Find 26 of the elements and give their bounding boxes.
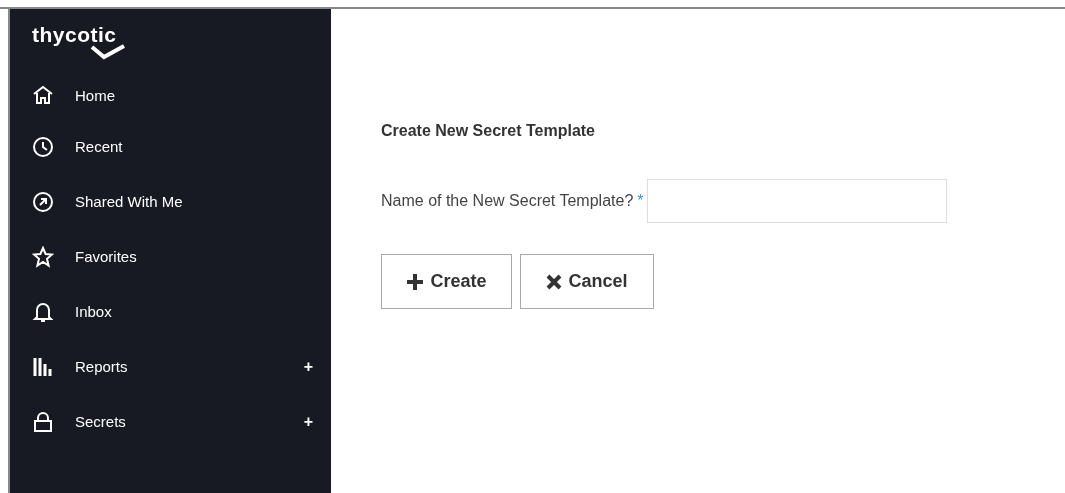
logo-text: thycotic xyxy=(32,23,117,46)
plus-icon xyxy=(406,272,425,291)
expand-toggle[interactable]: + xyxy=(303,412,313,431)
clock-icon xyxy=(32,135,54,158)
create-button[interactable]: Create xyxy=(381,254,512,309)
star-icon xyxy=(32,245,54,268)
lock-icon xyxy=(32,410,54,433)
nav-item[interactable]: Secrets + xyxy=(8,394,331,449)
nav-item[interactable]: Shared With Me xyxy=(8,174,331,229)
nav-item[interactable]: Inbox xyxy=(8,284,331,339)
template-name-field[interactable] xyxy=(646,179,947,223)
checkmark-icon xyxy=(90,44,126,60)
nav-item[interactable]: Reports + xyxy=(8,339,331,394)
form-title: Create New Secret Template xyxy=(381,122,596,140)
expand-toggle[interactable]: + xyxy=(303,357,313,376)
field-label: Name of the New Secret Template? xyxy=(381,192,634,210)
close-icon xyxy=(546,273,563,290)
nav-item[interactable]: Recent xyxy=(8,119,331,174)
bar-chart-icon xyxy=(32,355,54,378)
nav-item[interactable]: Favorites xyxy=(8,229,331,284)
cancel-button[interactable]: Cancel xyxy=(520,254,654,309)
nav-item[interactable]: Home xyxy=(8,71,331,119)
home-icon xyxy=(32,84,54,106)
arrow-circle-icon xyxy=(32,190,54,213)
required-mark: * xyxy=(637,192,644,210)
bell-icon xyxy=(32,300,54,323)
